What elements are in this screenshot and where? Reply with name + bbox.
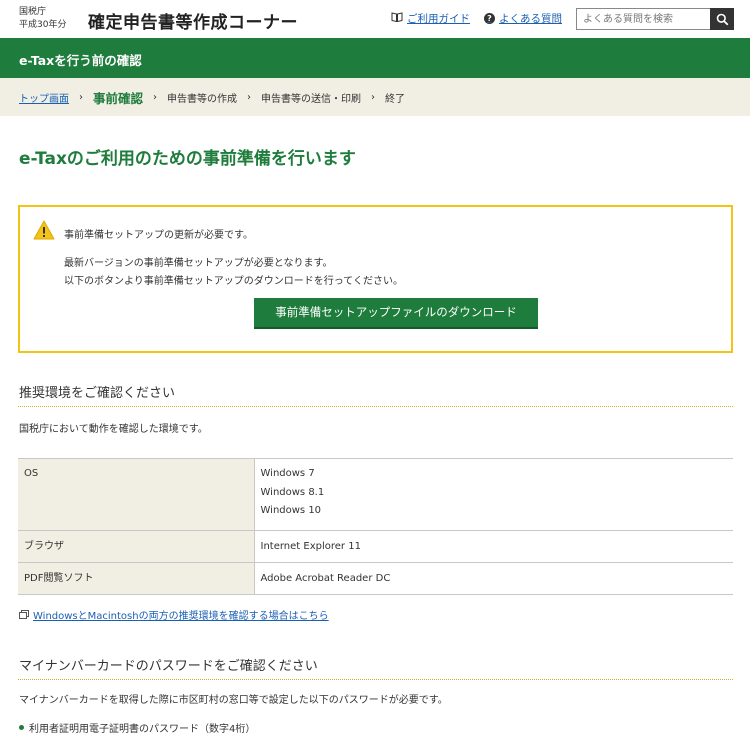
os-value: Windows 10 — [260, 505, 322, 516]
row-label: OS — [18, 458, 255, 531]
agency-label: 国税庁 平成30年分 — [19, 6, 66, 32]
chevron-right-icon: › — [153, 91, 158, 103]
table-row: ブラウザ Internet Explorer 11 — [18, 529, 733, 563]
table-row: PDF閲覧ソフト Adobe Acrobat Reader DC — [18, 561, 733, 595]
os-value: Windows 8.1 — [260, 486, 325, 498]
agency-name: 国税庁 — [19, 7, 47, 17]
row-value: Internet Explorer 11 — [254, 529, 733, 563]
bullet-icon — [19, 725, 24, 730]
mynumber-description: マイナンバーカードを取得した際に市区町村の窓口等で設定した以下のパスワードが必要… — [19, 695, 448, 706]
warning-box: 事前準備セットアップの更新が必要です。 最新バージョンの事前準備セットアップが必… — [18, 205, 733, 353]
chevron-right-icon: › — [247, 91, 252, 103]
guide-link-label[interactable]: ご利用ガイド — [407, 11, 470, 26]
faq-link[interactable]: ? よくある質問 — [484, 11, 562, 26]
breadcrumb: トップ画面 › 事前確認 › 申告書等の作成 › 申告書等の送信・印刷 › 終了 — [0, 78, 750, 116]
crumb-end: 終了 — [385, 93, 406, 105]
table-row: OS Windows 7 Windows 8.1 Windows 10 — [18, 458, 733, 531]
crumb-top[interactable]: トップ画面 — [19, 90, 69, 105]
new-window-icon — [19, 610, 29, 619]
row-label: ブラウザ — [18, 529, 255, 563]
search-input[interactable] — [576, 8, 710, 30]
warning-icon — [33, 220, 55, 240]
os-value: Windows 7 — [260, 468, 315, 479]
both-env-link-row: WindowsとMacintoshの両方の推奨環境を確認する場合はこちら — [19, 607, 329, 622]
list-item: 利用者証明用電子証明書のパスワード（数字4桁） — [19, 720, 255, 735]
guide-link[interactable]: ご利用ガイド — [391, 11, 470, 26]
step-title: e-Taxを行う前の確認 — [19, 53, 142, 68]
section-divider — [18, 406, 733, 407]
crumb-current: 事前確認 — [93, 90, 144, 106]
chevron-right-icon: › — [79, 91, 83, 103]
warning-text-2: 以下のボタンより事前準備セットアップのダウンロードを行ってください。 — [64, 276, 403, 287]
site-header: 国税庁 平成30年分 確定申告書等作成コーナー ご利用ガイド ? よくある質問 — [0, 0, 750, 38]
crumb-send-print: 申告書等の送信・印刷 — [261, 93, 362, 105]
search-button[interactable] — [710, 8, 734, 30]
warning-heading: 事前準備セットアップの更新が必要です。 — [64, 230, 253, 241]
download-setup-button[interactable]: 事前準備セットアップファイルのダウンロード — [254, 298, 538, 329]
page-title: e-Taxのご利用のための事前準備を行います — [19, 149, 356, 169]
env-description: 国税庁において動作を確認した環境です。 — [19, 424, 208, 435]
row-label: PDF閲覧ソフト — [18, 561, 255, 595]
search-icon — [716, 13, 728, 25]
faq-link-label[interactable]: よくある質問 — [499, 11, 562, 26]
env-table: OS Windows 7 Windows 8.1 Windows 10 ブラウザ… — [18, 458, 733, 595]
env-section-title: 推奨環境をご確認ください — [19, 386, 176, 401]
mynumber-section-title: マイナンバーカードのパスワードをご確認ください — [19, 659, 318, 674]
both-env-link[interactable]: WindowsとMacintoshの両方の推奨環境を確認する場合はこちら — [33, 607, 329, 622]
book-icon — [391, 12, 403, 25]
tax-year: 平成30年分 — [19, 20, 67, 30]
question-icon: ? — [484, 13, 495, 24]
row-value: Adobe Acrobat Reader DC — [254, 561, 733, 595]
site-title[interactable]: 確定申告書等作成コーナー — [88, 8, 298, 33]
section-divider — [18, 679, 733, 680]
crumb-create: 申告書等の作成 — [167, 93, 238, 105]
step-title-bar: e-Taxを行う前の確認 — [0, 38, 750, 78]
row-value: Windows 7 Windows 8.1 Windows 10 — [254, 458, 733, 531]
password-requirement: 利用者証明用電子証明書のパスワード（数字4桁） — [29, 724, 256, 735]
warning-text-1: 最新バージョンの事前準備セットアップが必要となります。 — [64, 258, 333, 269]
chevron-right-icon: › — [371, 91, 376, 103]
